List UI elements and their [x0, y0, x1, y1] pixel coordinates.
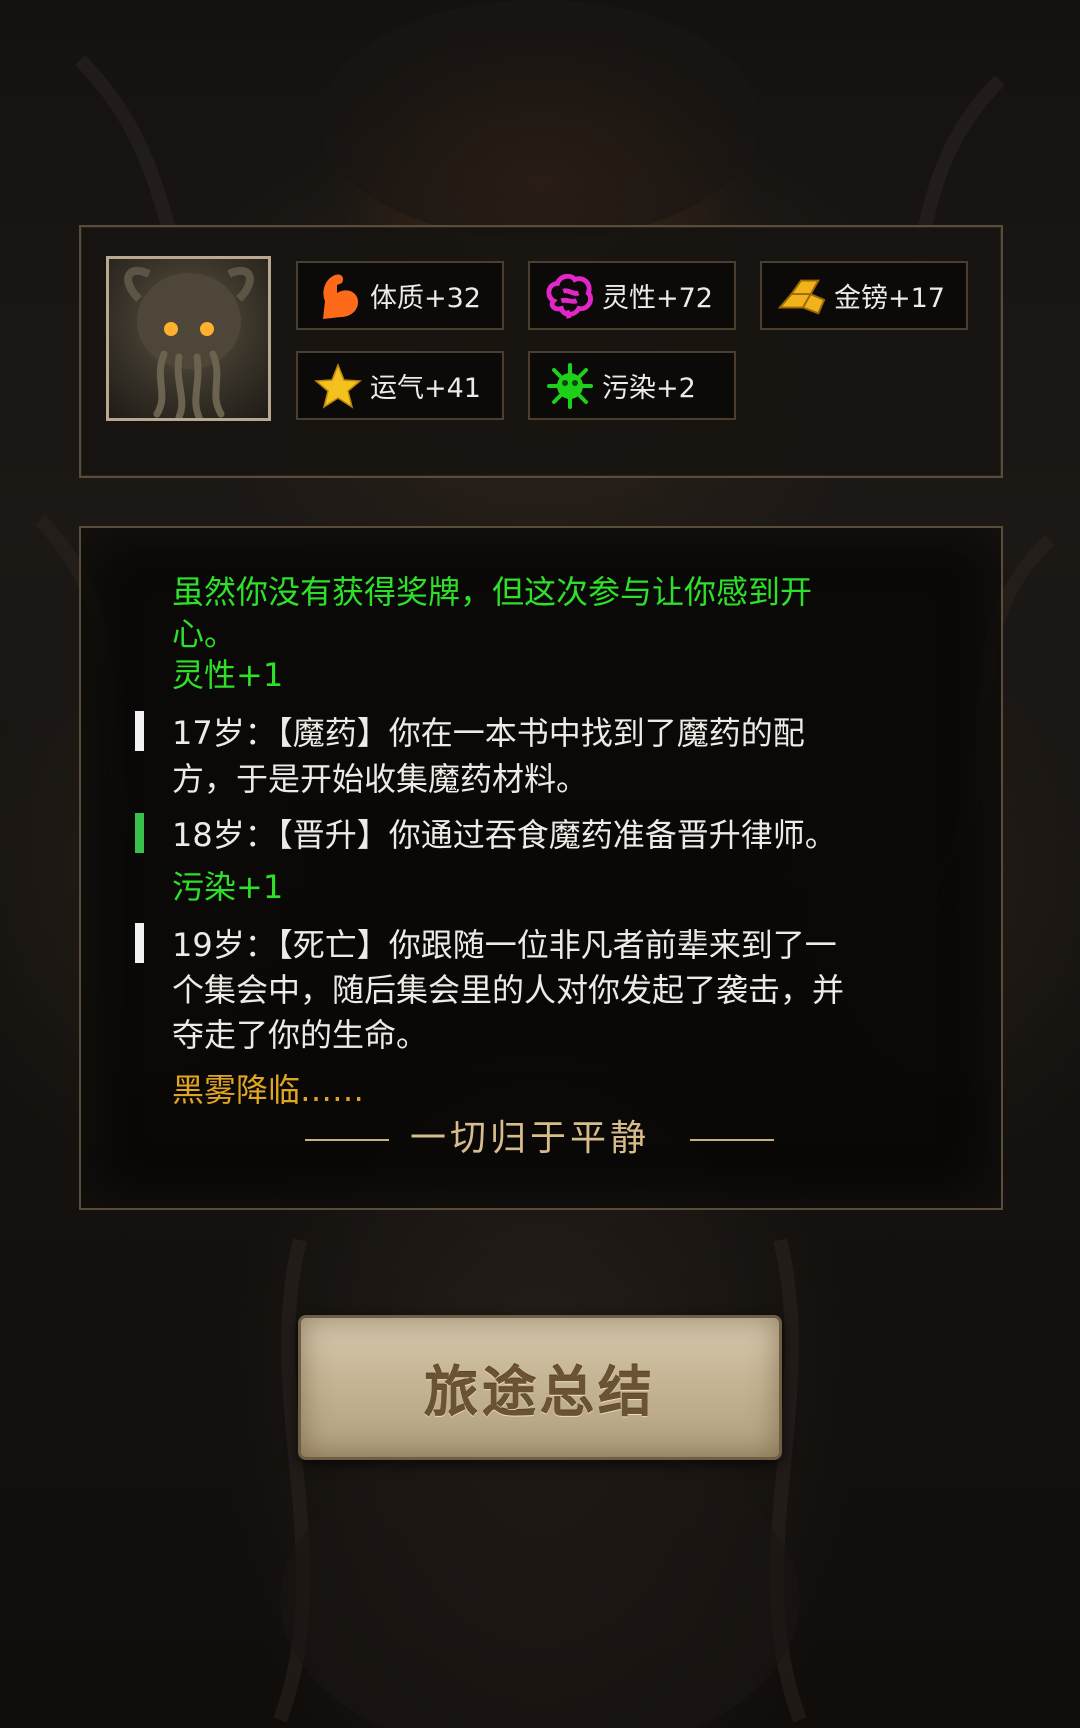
ending-divider-right [690, 1139, 774, 1141]
log-event-19-cont: 夺走了你的生命。 [172, 1016, 429, 1054]
stat-label: 体质+32 [370, 283, 481, 314]
log-marker-bar [135, 711, 144, 751]
brain-icon [544, 270, 596, 322]
log-event-19: 19岁：【死亡】你跟随一位非凡者前辈来到了一 [172, 926, 837, 964]
ending-divider-left [305, 1139, 389, 1141]
journey-summary-label: 旅途总结 [424, 1360, 656, 1424]
stat-label: 污染+2 [602, 373, 696, 404]
log-marker-bar [135, 923, 144, 963]
gold-bars-icon [776, 270, 828, 322]
log-bonus: 污染+1 [172, 868, 284, 906]
log-event-17-cont: 方，于是开始收集魔药材料。 [172, 760, 589, 798]
journey-summary-button[interactable]: 旅途总结 [298, 1315, 782, 1460]
muscle-icon [312, 270, 364, 322]
stat-label: 运气+41 [370, 373, 481, 404]
character-portrait[interactable] [106, 256, 271, 421]
log-event-18: 18岁：【晋升】你通过吞食魔药准备晋升律师。 [172, 816, 837, 854]
stat-label: 金镑+17 [834, 283, 945, 314]
log-intro-line: 心。 [172, 615, 237, 653]
log-event-19-cont: 个集会中，随后集会里的人对你发起了袭击，并 [172, 971, 845, 1009]
stat-constitution: 体质+32 [296, 261, 504, 330]
stat-pollution: 污染+2 [528, 351, 736, 420]
stat-luck: 运气+41 [296, 351, 504, 420]
log-fog-line: 黑雾降临…… [172, 1071, 365, 1109]
stat-label: 灵性+72 [602, 283, 713, 314]
tentacle-face-icon [124, 266, 254, 418]
star-icon [312, 360, 364, 412]
stat-spirituality: 灵性+72 [528, 261, 736, 330]
stat-gold-pounds: 金镑+17 [760, 261, 968, 330]
virus-icon [544, 360, 596, 412]
log-bonus: 灵性+1 [172, 656, 284, 694]
ending-text: 一切归于平静 [410, 1118, 651, 1159]
log-marker-bar [135, 813, 144, 853]
log-event-17: 17岁：【魔药】你在一本书中找到了魔药的配 [172, 714, 805, 752]
log-intro-line: 虽然你没有获得奖牌，但这次参与让你感到开 [172, 573, 813, 611]
